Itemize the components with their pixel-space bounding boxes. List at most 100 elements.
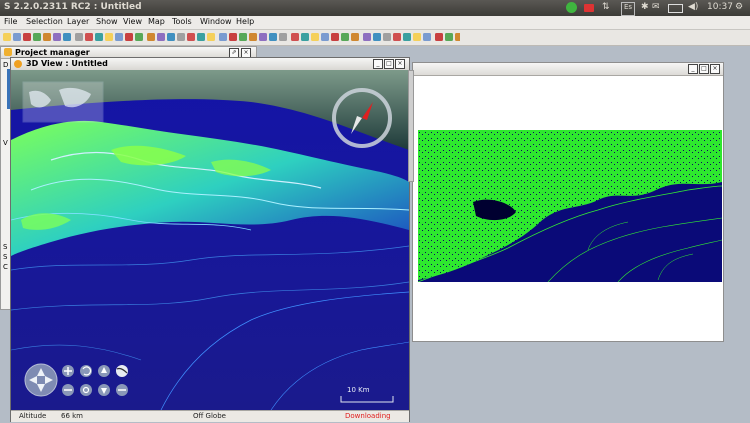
- toolbar-button[interactable]: [207, 33, 215, 41]
- toolbar-button[interactable]: [3, 33, 11, 41]
- toolbar-button[interactable]: [445, 33, 453, 41]
- toolbar-button[interactable]: [393, 33, 401, 41]
- record-icon[interactable]: [584, 4, 594, 12]
- pm-clipped-label-5: C: [3, 263, 8, 271]
- navigation-icon[interactable]: [24, 363, 58, 397]
- toolbar-button[interactable]: [219, 33, 227, 41]
- reset-icon[interactable]: [80, 384, 92, 396]
- toolbar-button[interactable]: [455, 33, 460, 41]
- network-transfer-icon[interactable]: ⇅: [602, 2, 610, 14]
- tilt-up-icon[interactable]: [98, 365, 110, 377]
- toolbar-button[interactable]: [197, 33, 205, 41]
- toolbar-button[interactable]: [125, 33, 133, 41]
- overview-minimap[interactable]: [22, 81, 104, 123]
- toolbar-button[interactable]: [249, 33, 257, 41]
- menu-bar: File Selection Layer Show View Map Tools…: [0, 16, 750, 30]
- toolbar-button[interactable]: [157, 33, 165, 41]
- map-2d-canvas[interactable]: [418, 130, 722, 282]
- toolbar-button[interactable]: [229, 33, 237, 41]
- toolbar-button[interactable]: [341, 33, 349, 41]
- view3d-scrollbar[interactable]: [408, 70, 414, 182]
- wifi-icon[interactable]: ✱: [641, 2, 649, 14]
- altitude-value: 66 km: [61, 412, 84, 420]
- toolbar-button[interactable]: [85, 33, 93, 41]
- clock[interactable]: 10:37: [707, 2, 733, 14]
- system-top-bar: S 2.2.0.2311 RC2 : Untitled ⇅ Es ✱ ✉ ◀) …: [0, 0, 750, 16]
- zoom-out-icon[interactable]: [62, 384, 74, 396]
- toolbar-button[interactable]: [177, 33, 185, 41]
- toolbar-button[interactable]: [63, 33, 71, 41]
- battery-icon[interactable]: [668, 4, 683, 13]
- view3d-close-button[interactable]: ×: [395, 59, 405, 69]
- view3d-window: 3D View : Untitled _ □ × 10 Km Altitude …: [10, 57, 410, 422]
- toolbar-button[interactable]: [311, 33, 319, 41]
- toolbar-button[interactable]: [383, 33, 391, 41]
- toolbar-button[interactable]: [413, 33, 421, 41]
- toolbar-button[interactable]: [75, 33, 83, 41]
- toolbar-button[interactable]: [321, 33, 329, 41]
- toolbar-button[interactable]: [105, 33, 113, 41]
- view3d-scene[interactable]: [11, 70, 409, 410]
- zoom-in-icon[interactable]: [62, 365, 74, 377]
- toolbar-button[interactable]: [423, 33, 431, 41]
- menu-show[interactable]: Show: [96, 17, 118, 26]
- map-close-button[interactable]: ×: [710, 64, 720, 74]
- toolbar-button[interactable]: [43, 33, 51, 41]
- menu-layer[interactable]: Layer: [67, 17, 89, 26]
- toolbar-button[interactable]: [147, 33, 155, 41]
- toolbar-button[interactable]: [53, 33, 61, 41]
- toolbar-button[interactable]: [115, 33, 123, 41]
- toolbar-button[interactable]: [239, 33, 247, 41]
- toolbar-button[interactable]: [135, 33, 143, 41]
- view3d-statusbar: Altitude 66 km Off Globe Downloading: [11, 410, 409, 422]
- map-window-titlebar[interactable]: _ □ ×: [413, 63, 723, 76]
- toolbar-button[interactable]: [23, 33, 31, 41]
- toolbar-button[interactable]: [301, 33, 309, 41]
- toolbar-icons: [3, 33, 460, 41]
- menu-tools[interactable]: Tools: [172, 17, 192, 26]
- tilt-down-icon[interactable]: [98, 384, 110, 396]
- volume-icon[interactable]: ◀): [688, 2, 698, 14]
- toolbar-button[interactable]: [33, 33, 41, 41]
- toolbar-button[interactable]: [403, 33, 411, 41]
- keyboard-layout-indicator[interactable]: Es: [621, 2, 636, 16]
- toolbar-button[interactable]: [167, 33, 175, 41]
- mail-icon[interactable]: ✉: [652, 2, 660, 14]
- project-manager-title: Project manager: [15, 48, 90, 57]
- toolbar-button[interactable]: [259, 33, 267, 41]
- view3d-minimize-button[interactable]: _: [373, 59, 383, 69]
- globe-icon[interactable]: [116, 365, 128, 377]
- update-icon[interactable]: [566, 2, 577, 13]
- view3d-icon: [14, 60, 22, 68]
- menu-help[interactable]: Help: [236, 17, 254, 26]
- scale-label: 10 Km: [347, 386, 370, 394]
- menu-view[interactable]: View: [123, 17, 142, 26]
- rotate-icon[interactable]: [80, 365, 92, 377]
- menu-map[interactable]: Map: [148, 17, 165, 26]
- globe-status: Off Globe: [193, 412, 226, 420]
- pm-clipped-label-2: V: [3, 139, 8, 147]
- menu-file[interactable]: File: [4, 17, 17, 26]
- toolbar-button[interactable]: [269, 33, 277, 41]
- toolbar-button[interactable]: [363, 33, 371, 41]
- flat-view-icon[interactable]: [116, 384, 128, 396]
- map-minimize-button[interactable]: _: [688, 64, 698, 74]
- window-title: S 2.2.0.2311 RC2 : Untitled: [4, 2, 142, 12]
- toolbar-button[interactable]: [187, 33, 195, 41]
- toolbar-button[interactable]: [291, 33, 299, 41]
- toolbar-button[interactable]: [279, 33, 287, 41]
- map-maximize-button[interactable]: □: [699, 64, 709, 74]
- toolbar-button[interactable]: [95, 33, 103, 41]
- menu-selection[interactable]: Selection: [26, 17, 63, 26]
- toolbar-button[interactable]: [13, 33, 21, 41]
- toolbar-button[interactable]: [331, 33, 339, 41]
- menu-window[interactable]: Window: [200, 17, 232, 26]
- power-icon[interactable]: ⚙: [735, 2, 743, 14]
- pm-clipped-label-3: S: [3, 243, 8, 251]
- toolbar-button[interactable]: [373, 33, 381, 41]
- pm-icon: [4, 48, 12, 56]
- toolbar-button[interactable]: [435, 33, 443, 41]
- download-status: Downloading: [345, 412, 391, 420]
- toolbar-button[interactable]: [351, 33, 359, 41]
- view3d-maximize-button[interactable]: □: [384, 59, 394, 69]
